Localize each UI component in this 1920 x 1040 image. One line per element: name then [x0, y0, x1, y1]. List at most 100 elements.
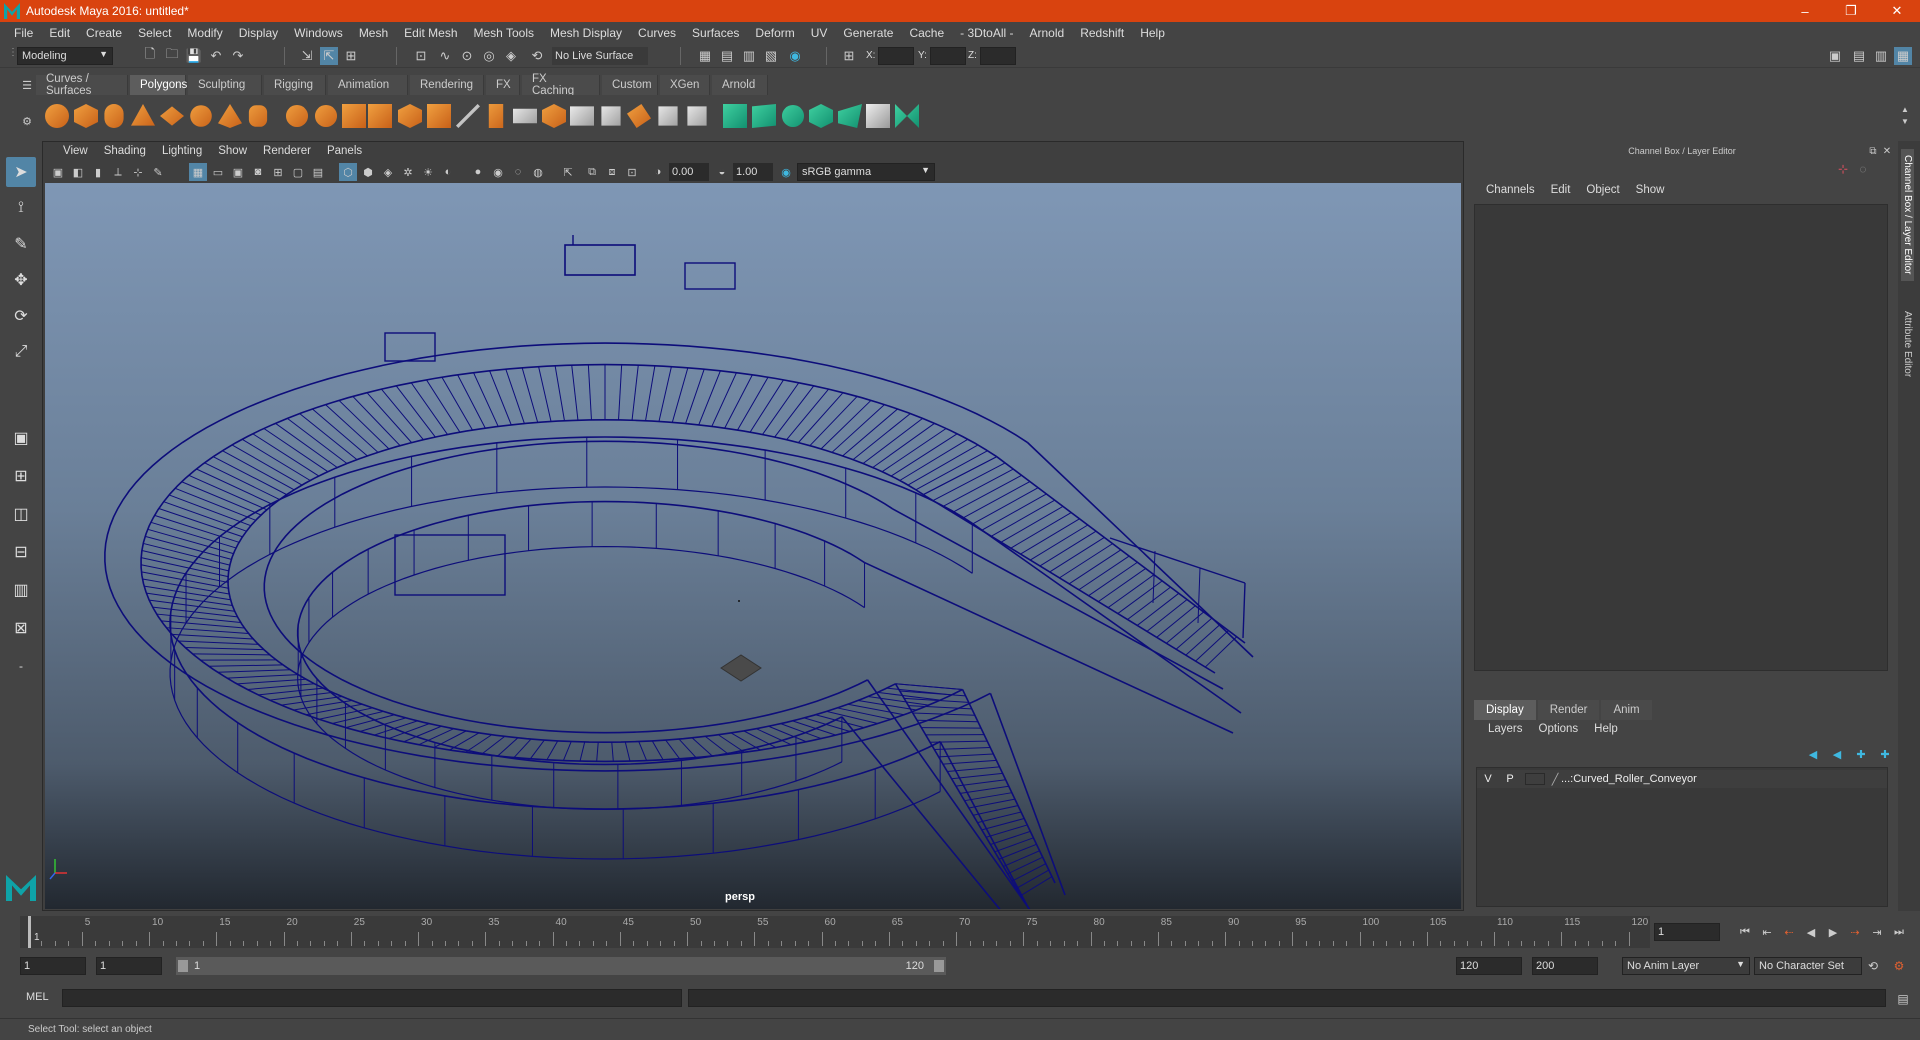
menu-mesh-display[interactable]: Mesh Display — [542, 26, 630, 40]
extrude-icon[interactable] — [539, 101, 569, 131]
play-forward-icon[interactable]: ▶ — [1824, 923, 1842, 941]
step-forward-key-icon[interactable]: ⇥ — [1868, 923, 1886, 941]
grease-pencil-icon[interactable]: ✎ — [149, 163, 167, 181]
go-to-start-icon[interactable]: ⏮ — [1736, 923, 1754, 941]
hypershade-icon[interactable]: ◉ — [786, 47, 804, 65]
close-panel-icon[interactable]: ✕ — [1878, 142, 1896, 160]
current-time-marker[interactable] — [28, 916, 31, 948]
menu-arnold[interactable]: Arnold — [1022, 26, 1073, 40]
shelf-scroll-down-icon[interactable]: ▼ — [1896, 112, 1914, 130]
cylindrical-uv-icon[interactable] — [749, 101, 779, 131]
menu-generate[interactable]: Generate — [835, 26, 901, 40]
gate-mask-icon[interactable]: ◙ — [249, 163, 267, 181]
poly-torus-icon[interactable] — [186, 101, 216, 131]
menu-surfaces[interactable]: Surfaces — [684, 26, 747, 40]
menu-create[interactable]: Create — [78, 26, 130, 40]
viewport-menu-show[interactable]: Show — [210, 145, 255, 157]
shelf-menu-icon[interactable]: ☰ — [18, 76, 36, 94]
select-hierarchy-icon[interactable]: ⇲ — [298, 47, 316, 65]
poly-pipe-icon[interactable] — [243, 101, 273, 131]
layer-playback-toggle[interactable]: P — [1499, 773, 1521, 785]
shelf-tab-polygons[interactable]: Polygons — [130, 75, 187, 95]
select-tool-icon[interactable]: ➤ — [6, 157, 36, 187]
layer-menu-layers[interactable]: Layers — [1480, 723, 1531, 735]
scale-tool-icon[interactable]: ⤢ — [6, 337, 36, 367]
shelf-settings-icon[interactable]: ⚙ — [18, 112, 36, 130]
current-frame-field[interactable]: 1 — [1654, 923, 1720, 941]
symmetry-icon[interactable] — [892, 101, 922, 131]
shelf-tab-fx[interactable]: FX — [486, 75, 520, 95]
viewport-menu-panels[interactable]: Panels — [319, 145, 370, 157]
tab-channel-box[interactable]: Channel Box / Layer Editor — [1901, 149, 1914, 281]
menu-help[interactable]: Help — [1132, 26, 1173, 40]
manipulator-icon[interactable]: ⊹ — [1834, 160, 1852, 178]
safe-title-icon[interactable]: ▤ — [309, 163, 327, 181]
viewport-menu-shading[interactable]: Shading — [96, 145, 154, 157]
animation-preferences-icon[interactable]: ⚙ — [1890, 957, 1908, 975]
textured-icon[interactable]: ✲ — [399, 163, 417, 181]
go-to-end-icon[interactable]: ⏭ — [1890, 923, 1908, 941]
new-layer-selected-icon[interactable]: ✚ — [1876, 745, 1894, 763]
menu-deform[interactable]: Deform — [747, 26, 802, 40]
poly-cube-icon[interactable] — [71, 101, 101, 131]
menu-uv[interactable]: UV — [803, 26, 836, 40]
shelf-tab-animation[interactable]: Animation — [328, 75, 408, 95]
layer-tab-render[interactable]: Render — [1537, 700, 1600, 720]
character-set-select[interactable]: No Character Set — [1754, 957, 1862, 975]
snap-grid-icon[interactable]: ⊡ — [412, 47, 430, 65]
menu-display[interactable]: Display — [231, 26, 286, 40]
close-button[interactable]: ✕ — [1874, 0, 1920, 22]
planar-uv-icon[interactable] — [720, 101, 750, 131]
fill-hole-icon[interactable] — [682, 101, 712, 131]
live-surface-icon[interactable]: ⟲ — [528, 47, 546, 65]
auto-uv-icon[interactable] — [806, 101, 836, 131]
boolean-icon[interactable] — [395, 101, 425, 131]
exposure-field[interactable]: 0.00 — [669, 163, 709, 181]
xray-components-icon[interactable]: ⊡ — [623, 163, 641, 181]
step-forward-frame-icon[interactable]: ⇢ — [1846, 923, 1864, 941]
undo-icon[interactable]: ↶ — [207, 47, 225, 65]
channel-box-menu-edit[interactable]: Edit — [1543, 184, 1579, 202]
channel-box-menu-object[interactable]: Object — [1578, 184, 1627, 202]
rotate-tool-icon[interactable]: ⟳ — [6, 301, 36, 331]
combine-icon[interactable] — [282, 101, 312, 131]
field-chart-icon[interactable]: ⊞ — [269, 163, 287, 181]
two-pane-layout-icon[interactable]: ◫ — [6, 499, 36, 529]
move-layer-up-icon[interactable]: ◀ — [1804, 745, 1822, 763]
snap-surface-icon[interactable]: ◈ — [502, 47, 520, 65]
new-scene-icon[interactable]: 🗋 — [141, 46, 159, 65]
menu-mesh-tools[interactable]: Mesh Tools — [466, 26, 542, 40]
move-tool-icon[interactable]: ✥ — [6, 265, 36, 295]
separate-icon[interactable] — [311, 101, 341, 131]
menu-3dtoall[interactable]: - 3DtoAll - — [952, 26, 1021, 40]
time-slider[interactable]: 5 10 15 20 25 30 35 40 45 50 55 60 65 70 75 80 85 90 95 100… — [20, 916, 1650, 948]
resolution-gate-icon[interactable]: ▣ — [229, 163, 247, 181]
multi-cut-icon[interactable] — [453, 101, 483, 131]
menu-redshift[interactable]: Redshift — [1072, 26, 1132, 40]
render-frame-icon[interactable]: ▤ — [718, 47, 736, 65]
playback-end-field[interactable]: 120 — [1456, 957, 1522, 975]
script-editor-icon[interactable]: ▤ — [1894, 990, 1912, 1008]
select-object-icon[interactable]: ⇱ — [320, 47, 338, 65]
bridge-icon[interactable] — [481, 101, 511, 131]
exposure-icon[interactable]: ◑ — [649, 163, 667, 181]
motion-blur-icon[interactable]: ◉ — [489, 163, 507, 181]
snap-point-icon[interactable]: ⊙ — [458, 47, 476, 65]
poly-pyramid-icon[interactable] — [215, 101, 245, 131]
render-settings-icon[interactable]: ▧ — [762, 47, 780, 65]
auto-keyframe-icon[interactable]: ⟲ — [1864, 957, 1882, 975]
wireframe-icon[interactable]: ⬡ — [339, 163, 357, 181]
mode-select[interactable]: Modeling ▼ — [17, 47, 113, 65]
gamma-icon[interactable]: ◒ — [713, 163, 731, 181]
range-start-handle[interactable] — [178, 960, 188, 972]
persp-outliner-layout-icon[interactable]: ⊟ — [6, 537, 36, 567]
uv-editor-icon[interactable] — [835, 101, 865, 131]
range-end-handle[interactable] — [934, 960, 944, 972]
start-time-field[interactable]: 1 — [20, 957, 86, 975]
lasso-tool-icon[interactable]: ⟟ — [6, 193, 36, 223]
color-management-icon[interactable]: ◉ — [777, 163, 795, 181]
smooth-icon[interactable] — [365, 101, 395, 131]
2d-pan-zoom-icon[interactable]: ⊹ — [129, 163, 147, 181]
persp-graph-layout-icon[interactable]: ▥ — [6, 575, 36, 605]
xray-joints-icon[interactable]: ⧈ — [603, 163, 621, 181]
